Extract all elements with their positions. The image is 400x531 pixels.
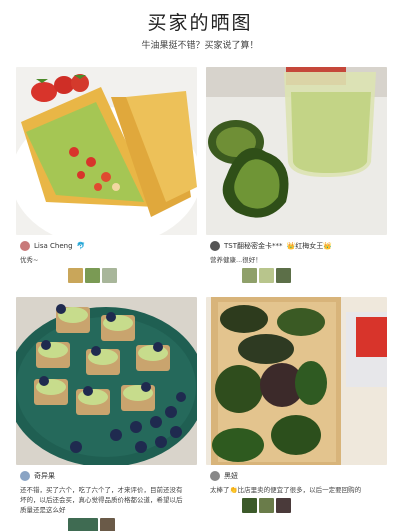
thumbnail[interactable] — [259, 498, 274, 513]
reviewer-name: 黑妞 — [224, 472, 238, 480]
comment-line: 优秀~ — [20, 256, 39, 264]
reviewer-badge: 🐬 — [76, 242, 86, 250]
comment-line: 太棒了👏比店里卖的便宜了很多，以后一定要回购的 — [210, 486, 362, 494]
reviewer-name: 奇异果 — [34, 472, 55, 480]
review-comment: 太棒了👏比店里卖的便宜了很多，以后一定要回购的 — [206, 485, 387, 495]
comment-line: 坏的，以后还会买，真心觉得品质价格都公道，希望以后 — [20, 496, 183, 504]
review-thumbnails — [16, 268, 197, 283]
review-photo-toast[interactable] — [16, 297, 197, 465]
review-comment: 优秀~ — [16, 255, 197, 265]
comment-line: 营养健康...很好！ — [210, 256, 262, 264]
review-photo-sandwich[interactable] — [16, 67, 197, 235]
thumbnail[interactable] — [85, 268, 100, 283]
review-card-4: 黑妞 太棒了👏比店里卖的便宜了很多，以后一定要回购的 — [206, 297, 387, 513]
thumbnail[interactable] — [100, 518, 115, 531]
avatar — [210, 241, 220, 251]
review-comment: 还不错，买了六个，吃了六个了，才来评价，目前还没有 坏的，以后还会买，真心觉得品… — [16, 485, 197, 515]
thumbnail[interactable] — [68, 268, 83, 283]
comment-line: 还不错，买了六个，吃了六个了，才来评价，目前还没有 — [20, 486, 183, 494]
avatar — [20, 471, 30, 481]
avatar — [20, 241, 30, 251]
thumbnail[interactable] — [102, 268, 117, 283]
review-photo-avocado-box[interactable] — [206, 297, 387, 465]
reviewer-row[interactable]: 奇异果 — [16, 469, 197, 483]
reviewer-row[interactable]: Lisa Cheng 🐬 — [16, 239, 197, 253]
thumbnail[interactable] — [259, 268, 274, 283]
reviewer-badge: 👑红梅女王👑 — [286, 242, 332, 250]
review-card-1: Lisa Cheng 🐬 优秀~ — [16, 67, 197, 283]
review-thumbnails — [206, 268, 387, 283]
reviewer-row[interactable]: 黑妞 — [206, 469, 387, 483]
thumbnail[interactable] — [276, 268, 291, 283]
review-showcase-page: 买家的晒图 牛油果挺不错？买家说了算！ Lisa Cheng 🐬 优秀~ TST… — [0, 0, 400, 531]
reviewer-row[interactable]: TST翻秘密金卡*** 👑红梅女王👑 — [206, 239, 387, 253]
toast-image — [16, 297, 197, 465]
review-card-3: 奇异果 还不错，买了六个，吃了六个了，才来评价，目前还没有 坏的，以后还会买，真… — [16, 297, 197, 531]
review-thumbnails — [16, 518, 197, 531]
page-title: 买家的晒图 — [147, 12, 253, 34]
thumbnail[interactable] — [276, 498, 291, 513]
review-thumbnails — [206, 498, 387, 513]
reviewer-name: Lisa Cheng — [34, 242, 73, 250]
comment-line: 质量还是这么好 — [20, 506, 66, 514]
sandwich-image — [16, 67, 197, 235]
thumbnail[interactable] — [242, 498, 257, 513]
review-card-2: TST翻秘密金卡*** 👑红梅女王👑 营养健康...很好！ — [206, 67, 387, 283]
review-photo-smoothie[interactable] — [206, 67, 387, 235]
avatar — [210, 471, 220, 481]
review-comment: 营养健康...很好！ — [206, 255, 387, 265]
smoothie-image — [206, 67, 387, 235]
thumbnail[interactable] — [68, 518, 98, 531]
page-subtitle: 牛油果挺不错？买家说了算！ — [141, 41, 259, 51]
reviewer-name: TST翻秘密金卡*** — [224, 242, 283, 250]
thumbnail[interactable] — [242, 268, 257, 283]
avocado-box-image — [206, 297, 387, 465]
